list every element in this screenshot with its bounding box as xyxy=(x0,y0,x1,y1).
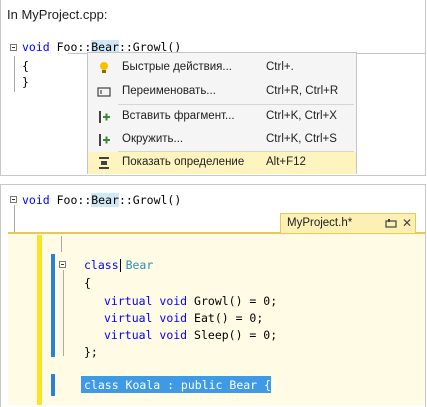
code-line: virtual void Growl() = 0; xyxy=(104,294,278,308)
promote-to-document-icon[interactable] xyxy=(385,219,397,229)
text-caret xyxy=(120,259,121,272)
surround-with-icon xyxy=(99,134,110,146)
code-line: { xyxy=(84,276,91,290)
menu-item-surround-with[interactable]: Окружить... Ctrl+K, Ctrl+S xyxy=(88,129,356,151)
outline-guide xyxy=(63,270,64,356)
collapse-toggle[interactable] xyxy=(59,261,66,268)
outline-guide xyxy=(14,205,15,232)
peek-definition-icon xyxy=(99,157,109,169)
menu-separator xyxy=(118,104,354,105)
caption-text: In MyProject.cpp: xyxy=(7,7,108,22)
menu-item-insert-snippet[interactable]: Вставить фрагмент... Ctrl+K, Ctrl+X xyxy=(88,106,356,128)
class-declaration-line: class Bear xyxy=(84,258,154,272)
menu-item-rename[interactable]: Переименовать... Ctrl+R, Ctrl+R xyxy=(88,81,356,103)
outline-guide xyxy=(14,56,15,92)
changed-lines-bar xyxy=(51,254,55,357)
changed-lines-bar xyxy=(51,374,55,396)
function-signature-line: void Foo::Bear::Growl() xyxy=(22,193,182,207)
peek-change-bar xyxy=(37,235,42,405)
collapse-toggle[interactable] xyxy=(10,44,17,51)
highlighted-symbol[interactable]: Bear xyxy=(91,193,119,207)
code-line: virtual void Sleep() = 0; xyxy=(104,328,278,342)
lightbulb-icon xyxy=(100,62,108,73)
menu-item-peek-definition[interactable]: Показать определение Alt+F12 xyxy=(88,152,356,174)
indent-guide xyxy=(61,236,62,252)
collapse-toggle[interactable] xyxy=(10,196,17,203)
peek-tab[interactable]: MyProject.h* ✕ xyxy=(280,213,416,234)
menu-item-quick-actions[interactable]: Быстрые действия... Ctrl+. xyxy=(88,57,356,79)
brace-open: { xyxy=(22,59,29,73)
context-menu: Быстрые действия... Ctrl+. Переименовать… xyxy=(87,52,357,174)
insert-snippet-icon xyxy=(99,111,110,123)
selected-code-line: class Koala : public Bear {}; xyxy=(84,378,285,392)
close-icon[interactable]: ✕ xyxy=(402,216,412,230)
brace-close: } xyxy=(22,75,29,89)
code-line: }; xyxy=(84,345,98,359)
code-line: virtual void Eat() = 0; xyxy=(104,311,264,325)
peek-tab-title: MyProject.h* xyxy=(287,217,353,229)
rename-icon xyxy=(97,87,111,97)
